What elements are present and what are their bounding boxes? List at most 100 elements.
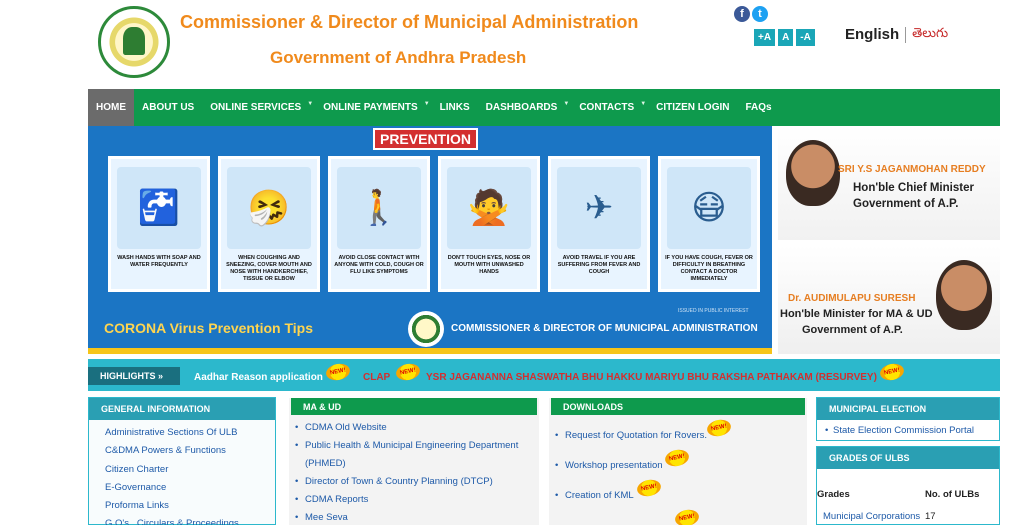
general-information-list: Administrative Sections Of ULB C&DMA Pow…	[89, 420, 275, 525]
ulb-count-col-header: No. of ULBs	[925, 489, 980, 500]
cm-photo	[786, 140, 840, 206]
grades-panel: GRADES OF ULBS Grades No. of ULBs Munici…	[816, 446, 1000, 525]
grade-count: 17	[925, 511, 936, 522]
language-switcher: English తెలుగు	[845, 25, 948, 44]
list-item[interactable]: CDMA Old Website	[295, 419, 539, 437]
list-item[interactable]: C&DMA Powers & Functions	[105, 442, 275, 460]
highlight-resurvey-link[interactable]: YSR JAGANANNA SHASWATHA BHU HAKKU MARIYU…	[426, 372, 877, 383]
minister-profile: Dr. AUDIMULAPU SURESH Hon'ble Minister f…	[778, 246, 1000, 354]
chevron-down-icon: ▼	[307, 101, 314, 107]
sneeze-icon: 🤧	[227, 167, 311, 249]
chevron-down-icon: ▼	[563, 101, 570, 107]
main-nav: HOME ABOUT US ONLINE SERVICES ▼ ONLINE PA…	[88, 89, 1000, 126]
downloads-title: DOWNLOADS	[551, 398, 805, 415]
list-item[interactable]: Director of Town & Country Planning (DTC…	[295, 473, 539, 491]
municipal-election-list: State Election Commission Portal	[817, 420, 999, 436]
nav-online-payments-label: ONLINE PAYMENTS	[323, 102, 418, 113]
no-touch-face-icon: 🙅	[447, 167, 531, 249]
nav-online-services-label: ONLINE SERVICES	[210, 102, 302, 113]
nav-contacts[interactable]: CONTACTS ▼	[571, 89, 648, 126]
list-item[interactable]: Citizen Charter	[105, 461, 275, 479]
cm-government: Government of A.P.	[853, 198, 959, 210]
card-caption: WHEN COUGHING AND SNEEZING, COVER MOUTH …	[226, 255, 312, 282]
cough-doctor-icon: 😷	[667, 167, 751, 249]
nav-dashboards-label: DASHBOARDS	[485, 102, 558, 113]
table-row: Municipal Corporations 17	[817, 511, 999, 525]
list-item[interactable]: Creation of KML	[555, 475, 807, 505]
nav-contacts-label: CONTACTS	[579, 102, 635, 113]
distance-icon: 🚶	[337, 167, 421, 249]
lang-english-link[interactable]: English	[845, 26, 899, 43]
minister-government: Government of A.P.	[802, 324, 903, 336]
card-caption: IF YOU HAVE COUGH, FEVER OR DIFFICULTY I…	[665, 255, 753, 282]
list-item[interactable]: CDMA Reports	[295, 491, 539, 509]
card-caption: DON'T TOUCH EYES, NOSE OR MOUTH WITH UNW…	[447, 255, 531, 275]
nav-faqs[interactable]: FAQs	[737, 89, 779, 126]
maud-list: CDMA Old Website Public Health & Municip…	[289, 415, 539, 525]
cm-name: SRI Y.S JAGANMOHAN REDDY	[838, 164, 986, 175]
site-subtitle: Government of Andhra Pradesh	[270, 48, 527, 67]
facebook-icon[interactable]: f	[734, 6, 750, 22]
new-badge-icon: NEW!	[878, 361, 906, 383]
prevention-cards: 🚰 WASH HANDS WITH SOAP AND WATER FREQUENT…	[108, 156, 760, 292]
grades-title: GRADES OF ULBS	[817, 447, 999, 469]
twitter-icon[interactable]: t	[752, 6, 768, 22]
cm-profile: SRI Y.S JAGANMOHAN REDDY Hon'ble Chief M…	[778, 126, 1000, 240]
grade-name-link[interactable]: Municipal Corporations	[823, 511, 920, 522]
municipal-election-title: MUNICIPAL ELECTION	[817, 398, 999, 420]
corona-prevention-banner[interactable]: PREVENTION 🚰 WASH HANDS WITH SOAP AND WAT…	[88, 126, 772, 354]
site-header: Commissioner & Director of Municipal Adm…	[0, 0, 1024, 88]
nav-links[interactable]: LINKS	[432, 89, 478, 126]
grades-header-row: Grades No. of ULBs	[817, 489, 999, 511]
highlight-aadhar-link[interactable]: Aadhar Reason application	[194, 372, 323, 383]
card-caption: AVOID TRAVEL IF YOU ARE SUFFERING FROM F…	[557, 255, 641, 275]
nav-citizen-login[interactable]: CITIZEN LOGIN	[648, 89, 737, 126]
municipal-election-panel: MUNICIPAL ELECTION State Election Commis…	[816, 397, 1000, 441]
nav-about-us[interactable]: ABOUT US	[134, 89, 202, 126]
nav-dashboards[interactable]: DASHBOARDS ▼	[478, 89, 572, 126]
card-caption: AVOID CLOSE CONTACT WITH ANYONE WITH COL…	[334, 255, 424, 275]
font-normal-button[interactable]: A	[778, 29, 794, 46]
prevention-card: ✈ AVOID TRAVEL IF YOU ARE SUFFERING FROM …	[548, 156, 650, 292]
list-item[interactable]: Mee Seva	[295, 509, 539, 525]
highlight-clap-link[interactable]: CLAP	[363, 372, 390, 383]
list-item[interactable]: Proforma Links	[105, 497, 275, 515]
prevention-card: 😷 IF YOU HAVE COUGH, FEVER OR DIFFICULTY …	[658, 156, 760, 292]
banner-heading: PREVENTION	[373, 128, 478, 150]
downloads-panel: DOWNLOADS Request for Quotation for Rove…	[549, 398, 807, 525]
chevron-down-icon: ▼	[423, 101, 430, 107]
list-item[interactable]: Public Health & Municipal Engineering De…	[295, 437, 539, 473]
grades-col-header: Grades	[817, 489, 850, 500]
lang-telugu-link[interactable]: తెలుగు	[912, 25, 948, 44]
maud-panel: MA & UD CDMA Old Website Public Health &…	[289, 398, 539, 525]
wash-hands-icon: 🚰	[117, 167, 201, 249]
list-item[interactable]: E-Governance	[105, 479, 275, 497]
cm-role: Hon'ble Chief Minister	[853, 182, 974, 194]
site-title: Commissioner & Director of Municipal Adm…	[180, 12, 639, 32]
new-badge-icon: NEW!	[673, 507, 701, 525]
banner-org-name: COMMISSIONER & DIRECTOR OF MUNICIPAL ADM…	[451, 323, 758, 334]
social-links: f t	[734, 6, 768, 22]
font-increase-button[interactable]: +A	[754, 29, 776, 46]
ap-seal-icon	[408, 311, 444, 347]
list-item[interactable]: G.O's , Circulars & Proceedings	[105, 515, 275, 525]
banner-stripe	[88, 348, 772, 354]
ap-emblem-logo[interactable]	[98, 6, 170, 78]
list-item[interactable]: State Election Commission Portal	[825, 425, 999, 436]
nav-online-services[interactable]: ONLINE SERVICES ▼	[202, 89, 315, 126]
highlights-ticker: HIGHLIGHTS » Aadhar Reason application N…	[88, 359, 1000, 391]
prevention-card: 🚶 AVOID CLOSE CONTACT WITH ANYONE WITH CO…	[328, 156, 430, 292]
chevron-down-icon: ▼	[640, 101, 647, 107]
list-item[interactable]: Request for Quotation for Rovers.	[555, 415, 807, 445]
highlights-label: HIGHLIGHTS »	[88, 367, 180, 385]
font-decrease-button[interactable]: -A	[796, 29, 815, 46]
font-size-controls: +A A -A	[754, 29, 815, 46]
prevention-card: 🚰 WASH HANDS WITH SOAP AND WATER FREQUENT…	[108, 156, 210, 292]
nav-online-payments[interactable]: ONLINE PAYMENTS ▼	[315, 89, 431, 126]
minister-name: Dr. AUDIMULAPU SURESH	[788, 293, 916, 304]
nav-home[interactable]: HOME	[88, 89, 134, 126]
banner-watermark: ISSUED IN PUBLIC INTEREST	[678, 308, 749, 314]
list-item[interactable]: Administrative Sections Of ULB	[105, 424, 275, 442]
general-information-panel: GENERAL INFORMATION Administrative Secti…	[88, 397, 276, 525]
maud-title: MA & UD	[291, 398, 537, 415]
